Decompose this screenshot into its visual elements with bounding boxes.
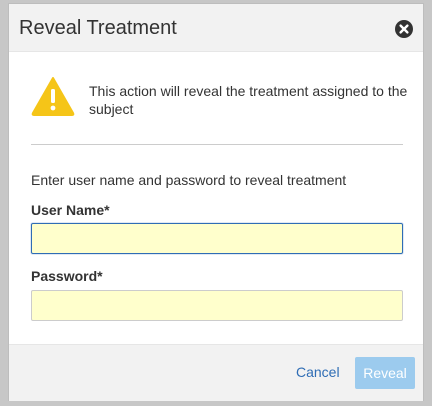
warning-message: This action will reveal the treatment as… [89,83,408,117]
instruction-text: Enter user name and password to reveal t… [31,172,347,188]
username-input[interactable] [31,223,403,254]
password-input[interactable] [31,290,403,321]
cancel-button[interactable]: Cancel [296,364,340,380]
username-label: User Name* [31,202,110,218]
dialog-title: Reveal Treatment [19,17,177,39]
warning-icon [31,76,75,116]
dialog-header: Reveal Treatment [9,4,423,52]
reveal-treatment-dialog: Reveal Treatment This action will reveal… [8,3,424,401]
dialog-footer: Cancel Reveal [9,344,423,401]
divider [31,144,403,145]
password-label: Password* [31,268,103,284]
reveal-button[interactable]: Reveal [355,357,415,389]
close-icon[interactable] [395,20,413,38]
